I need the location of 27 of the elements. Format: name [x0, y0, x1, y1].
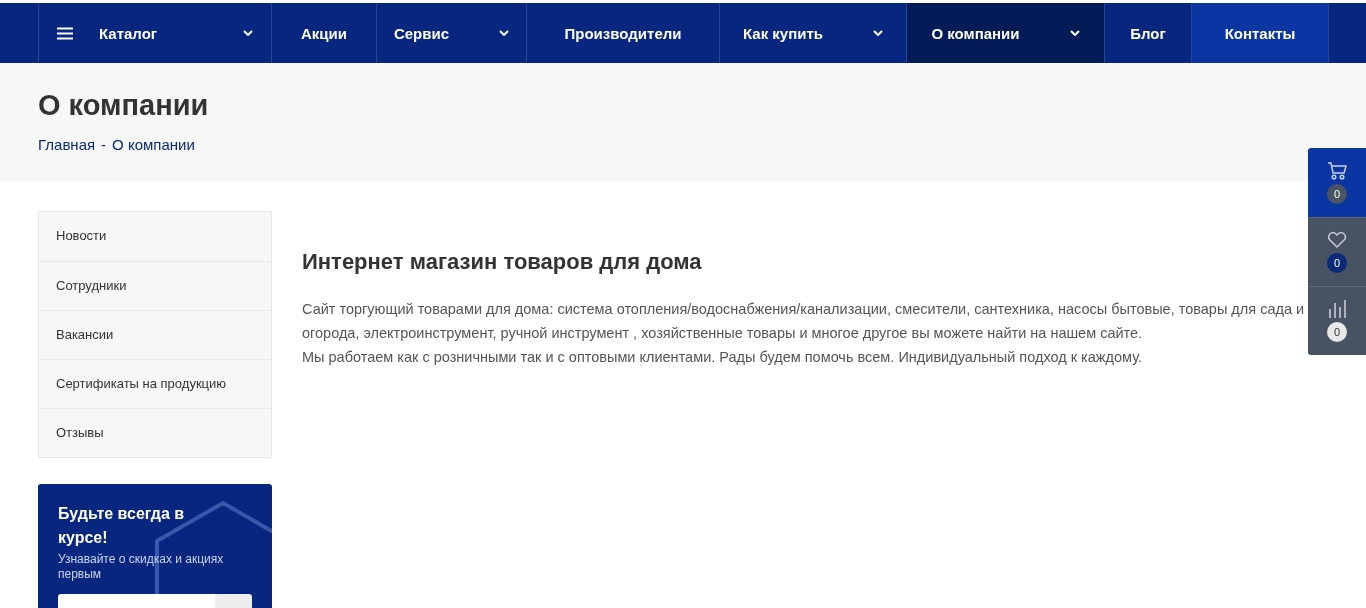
sidebar-item[interactable]: Отзывы	[39, 408, 271, 457]
subscribe-title: Будьте всегда в курсе!	[58, 504, 186, 548]
nav-tab[interactable]: Контакты	[1192, 3, 1329, 63]
content-heading: Интернет магазин товаров для дома	[302, 249, 703, 275]
count-badge: 0	[1327, 253, 1347, 273]
cart-icon	[1327, 161, 1347, 180]
count-badge: 0	[1327, 183, 1347, 204]
content-paragraph: Сайт торгующий товарами для дома: система отопления/водоснабжения/канализации, смесители, сантехника, насосы бытовые, товары для сада и огорода, электроинструмент, ручной инструмент , хозяйственные товары и многое другое вы можете найти на нашем сайте.	[302, 300, 1306, 343]
nav-tab[interactable]: Каталог	[38, 3, 272, 63]
count-badge: 0	[1327, 322, 1347, 342]
menu-icon	[57, 26, 73, 40]
side-panel-button[interactable]: 0	[1308, 148, 1366, 217]
sidebar-item[interactable]: Вакансии	[39, 310, 271, 359]
page-title: О компании	[38, 89, 210, 122]
subscribe-text: Узнавайте о скидках и акциях первым	[58, 552, 225, 582]
nav-tab[interactable]: О компании	[907, 3, 1105, 63]
sidebar-item[interactable]: Сертификаты на продукцию	[39, 359, 271, 408]
sidebar-item[interactable]: Сотрудники	[39, 261, 271, 310]
heart-icon	[1327, 231, 1347, 249]
side-panel-button[interactable]: 0	[1308, 286, 1366, 355]
bar-chart-icon	[1328, 300, 1346, 318]
sidebar-item[interactable]: Новости	[39, 212, 271, 261]
breadcrumb-link[interactable]: Главная	[38, 136, 96, 153]
breadcrumb-link[interactable]: О компании	[112, 136, 195, 153]
breadcrumb-separator: -	[101, 136, 107, 153]
content-paragraph: Мы работаем как с розничными так и с оптовыми клиентами. Рады будем помочь всем. Индивидуальный подход к каждому.	[302, 348, 1144, 367]
side-panel-button[interactable]: 0	[1308, 217, 1366, 286]
